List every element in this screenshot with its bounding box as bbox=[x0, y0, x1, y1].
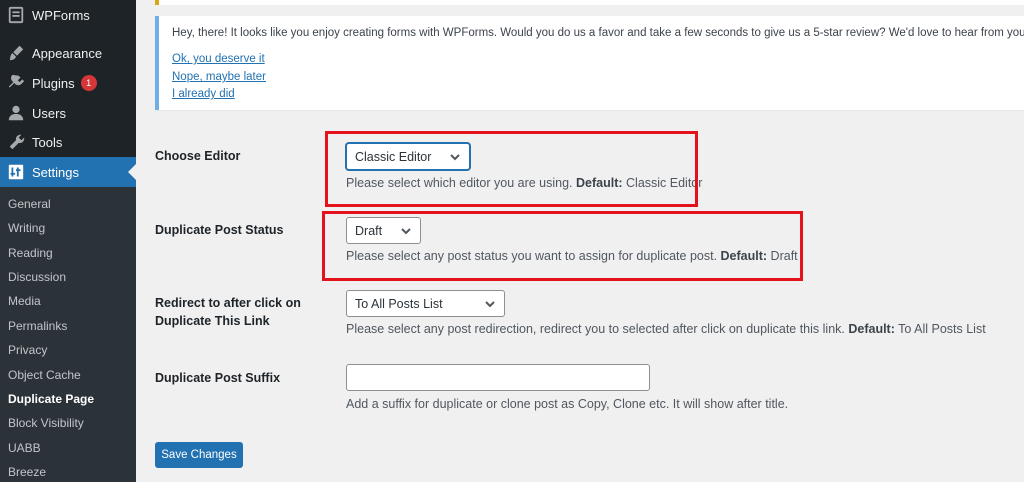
wrench-icon bbox=[6, 132, 26, 152]
menu-label: Tools bbox=[32, 134, 63, 150]
submenu-general[interactable]: General bbox=[8, 197, 51, 211]
menu-item-tools[interactable]: Tools bbox=[0, 127, 136, 157]
chevron-down-icon bbox=[484, 298, 496, 310]
main-content: Hey, there! It looks like you enjoy crea… bbox=[136, 0, 1024, 482]
redirect-select[interactable]: To All Posts List bbox=[346, 290, 505, 317]
notice-message: Hey, there! It looks like you enjoy crea… bbox=[172, 27, 1024, 39]
submenu-writing[interactable]: Writing bbox=[8, 221, 45, 235]
submenu-media[interactable]: Media bbox=[8, 294, 41, 308]
submenu-breeze[interactable]: Breeze bbox=[8, 465, 46, 479]
plugins-icon bbox=[6, 73, 26, 93]
submenu-privacy[interactable]: Privacy bbox=[8, 343, 47, 357]
menu-item-users[interactable]: Users bbox=[0, 98, 136, 128]
redirect-label: Redirect to after click on Duplicate Thi… bbox=[155, 296, 301, 328]
submenu-block-visibility[interactable]: Block Visibility bbox=[8, 416, 84, 430]
submenu-object-cache[interactable]: Object Cache bbox=[8, 368, 81, 382]
previous-notice bbox=[155, 0, 1024, 5]
suffix-input[interactable] bbox=[346, 364, 650, 391]
wpforms-icon bbox=[6, 5, 26, 25]
submenu-uabb[interactable]: UABB bbox=[8, 441, 41, 455]
menu-label: Users bbox=[32, 105, 66, 121]
menu-label: Appearance bbox=[32, 45, 103, 61]
save-changes-button[interactable]: Save Changes bbox=[155, 442, 243, 468]
settings-icon bbox=[6, 162, 26, 182]
notice-link-deserve[interactable]: Ok, you deserve it bbox=[172, 53, 265, 65]
admin-sidebar: WPForms Appearance Plugins 1 Users Tools… bbox=[0, 0, 136, 482]
update-count-badge: 1 bbox=[80, 75, 97, 91]
notice-link-later[interactable]: Nope, maybe later bbox=[172, 71, 266, 83]
users-icon bbox=[6, 103, 26, 123]
submenu-duplicate-page[interactable]: Duplicate Page bbox=[8, 392, 94, 406]
menu-item-appearance[interactable]: Appearance bbox=[0, 38, 136, 68]
submenu-reading[interactable]: Reading bbox=[8, 246, 53, 260]
paintbrush-icon bbox=[6, 43, 26, 63]
redirect-description: Please select any post redirection, redi… bbox=[346, 322, 986, 336]
menu-label: Settings bbox=[32, 164, 79, 180]
post-status-label: Duplicate Post Status bbox=[155, 223, 284, 237]
menu-item-settings[interactable]: Settings bbox=[0, 157, 136, 187]
redirect-select-value: To All Posts List bbox=[355, 296, 443, 311]
menu-item-wpforms[interactable]: WPForms bbox=[0, 0, 136, 30]
menu-label: Plugins bbox=[32, 75, 75, 91]
settings-submenu: General Writing Reading Discussion Media… bbox=[0, 187, 136, 482]
menu-label: WPForms bbox=[32, 7, 90, 23]
submenu-discussion[interactable]: Discussion bbox=[8, 270, 66, 284]
suffix-description: Add a suffix for duplicate or clone post… bbox=[346, 397, 789, 411]
editor-highlight-box bbox=[325, 131, 698, 207]
suffix-label: Duplicate Post Suffix bbox=[155, 371, 281, 385]
notice-link-already[interactable]: I already did bbox=[172, 88, 235, 100]
review-notice: Hey, there! It looks like you enjoy crea… bbox=[155, 16, 1024, 110]
submenu-permalinks[interactable]: Permalinks bbox=[8, 319, 67, 333]
status-highlight-box bbox=[322, 211, 803, 281]
choose-editor-label: Choose Editor bbox=[155, 149, 241, 163]
menu-item-plugins[interactable]: Plugins 1 bbox=[0, 68, 136, 98]
